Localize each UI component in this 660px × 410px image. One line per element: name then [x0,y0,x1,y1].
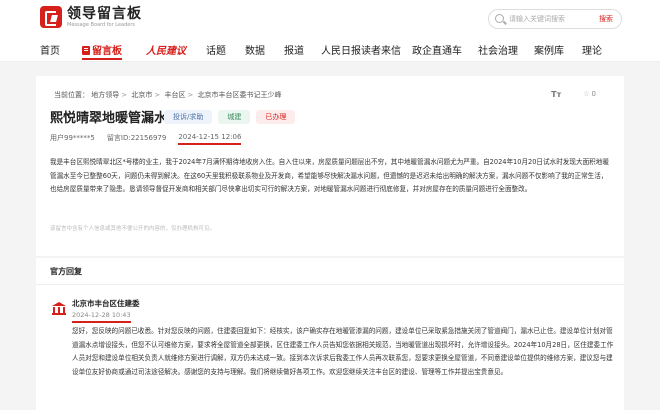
reply-date-text: 2024-12-28 10:43 [72,311,131,319]
nav-message-board-label: 留言板 [92,46,122,57]
message-title: 熙悦晴翠地暖管漏水 [50,111,168,126]
breadcrumb-item[interactable]: 地方领导 [91,91,119,99]
logo-subtitle: Message Board for Leaders [67,21,136,28]
reply-content: 您好，您反映的问题已收悉。针对您反映的问题，住建委回复如下：经核实，该户确实存在… [72,327,614,376]
message-id: 留言ID:22156979 [106,134,167,142]
search-box: 搜索 [488,9,622,29]
nav-people-suggestions[interactable]: 人民建议 [146,42,186,57]
message-content: 我是丰台区熙悦晴翠北区*号楼的业主，我于2024年7月满怀期待地收房入住。自入住… [50,158,609,193]
message-meta: 用户99*****5 留言ID:22156979 2024-12-15 12:0… [50,133,242,145]
message-card: 当前位置： 地方领导 > 北京市 > 丰台区 > 北京市丰台区委书记王少峰 Tт ☆ 0… [36,76,624,256]
breadcrumb-item[interactable]: 北京市 [131,91,152,99]
message-date-text: 2024-12-15 12:06 [178,133,242,141]
search-button[interactable]: 搜索 [599,14,613,24]
reply-date: 2024-12-28 10:43 [72,311,131,323]
status-badge: 已办理 [256,110,296,124]
nav-theory[interactable]: 理论 [582,42,602,57]
message-board-icon [82,46,90,55]
search-input[interactable] [509,12,591,26]
nav-gov-enterprise[interactable]: 政企直通车 [412,42,462,57]
reply-org: 北京市丰台区住建委 [72,299,140,308]
reply-heading: 官方回复 [50,267,82,276]
font-size-icon[interactable]: Tт [551,90,561,99]
card-tools: Tт ☆ 0 [551,90,596,99]
breadcrumb: 当前位置： 地方领导 > 北京市 > 丰台区 > 北京市丰台区委书记王少峰 [54,91,282,99]
favorite-button[interactable]: ☆ 0 [583,90,596,99]
message-user: 用户99*****5 [50,134,95,142]
site-header: 领导留言板 Message Board for Leaders 搜索 [0,0,660,36]
nav-message-board[interactable]: 留言板 [82,42,122,60]
nav-social-governance[interactable]: 社会治理 [478,42,518,57]
divider [36,284,624,285]
official-reply: 官方回复 北京市丰台区住建委 2024-12-28 10:43 您好，您反映的问… [36,258,624,410]
nav-data[interactable]: 数据 [245,42,265,57]
privacy-note: 该留言中含有个人信息或其他不便公开的内容的，仅办理机构可见。 [50,226,216,232]
tag-type: 投诉/求助 [164,110,213,124]
main-nav: 首页 留言板 人民建议 话题 数据 报道 人民日报读者来信 政企直通车 社会治理… [0,36,660,62]
search-icon [495,14,504,23]
breadcrumb-item[interactable]: 丰台区 [164,91,185,99]
nav-topics[interactable]: 话题 [206,42,226,57]
government-building-icon [52,302,66,315]
nav-reports[interactable]: 报道 [284,42,304,57]
logo-icon [40,6,62,28]
message-tags: 投诉/求助 城建 已办理 [164,110,296,124]
message-date: 2024-12-15 12:06 [178,133,242,145]
nav-case-library[interactable]: 案例库 [534,42,564,57]
breadcrumb-item[interactable]: 北京市丰台区委书记王少峰 [198,91,282,99]
logo-title: 领导留言板 [67,5,142,22]
breadcrumb-prefix: 当前位置： [54,91,89,99]
nav-home[interactable]: 首页 [40,42,60,57]
tag-category: 城建 [218,110,251,124]
nav-readers-letters[interactable]: 人民日报读者来信 [321,42,401,57]
star-icon: ☆ [583,90,590,98]
site-logo[interactable]: 领导留言板 Message Board for Leaders [40,6,142,28]
favorite-count: 0 [591,90,596,98]
